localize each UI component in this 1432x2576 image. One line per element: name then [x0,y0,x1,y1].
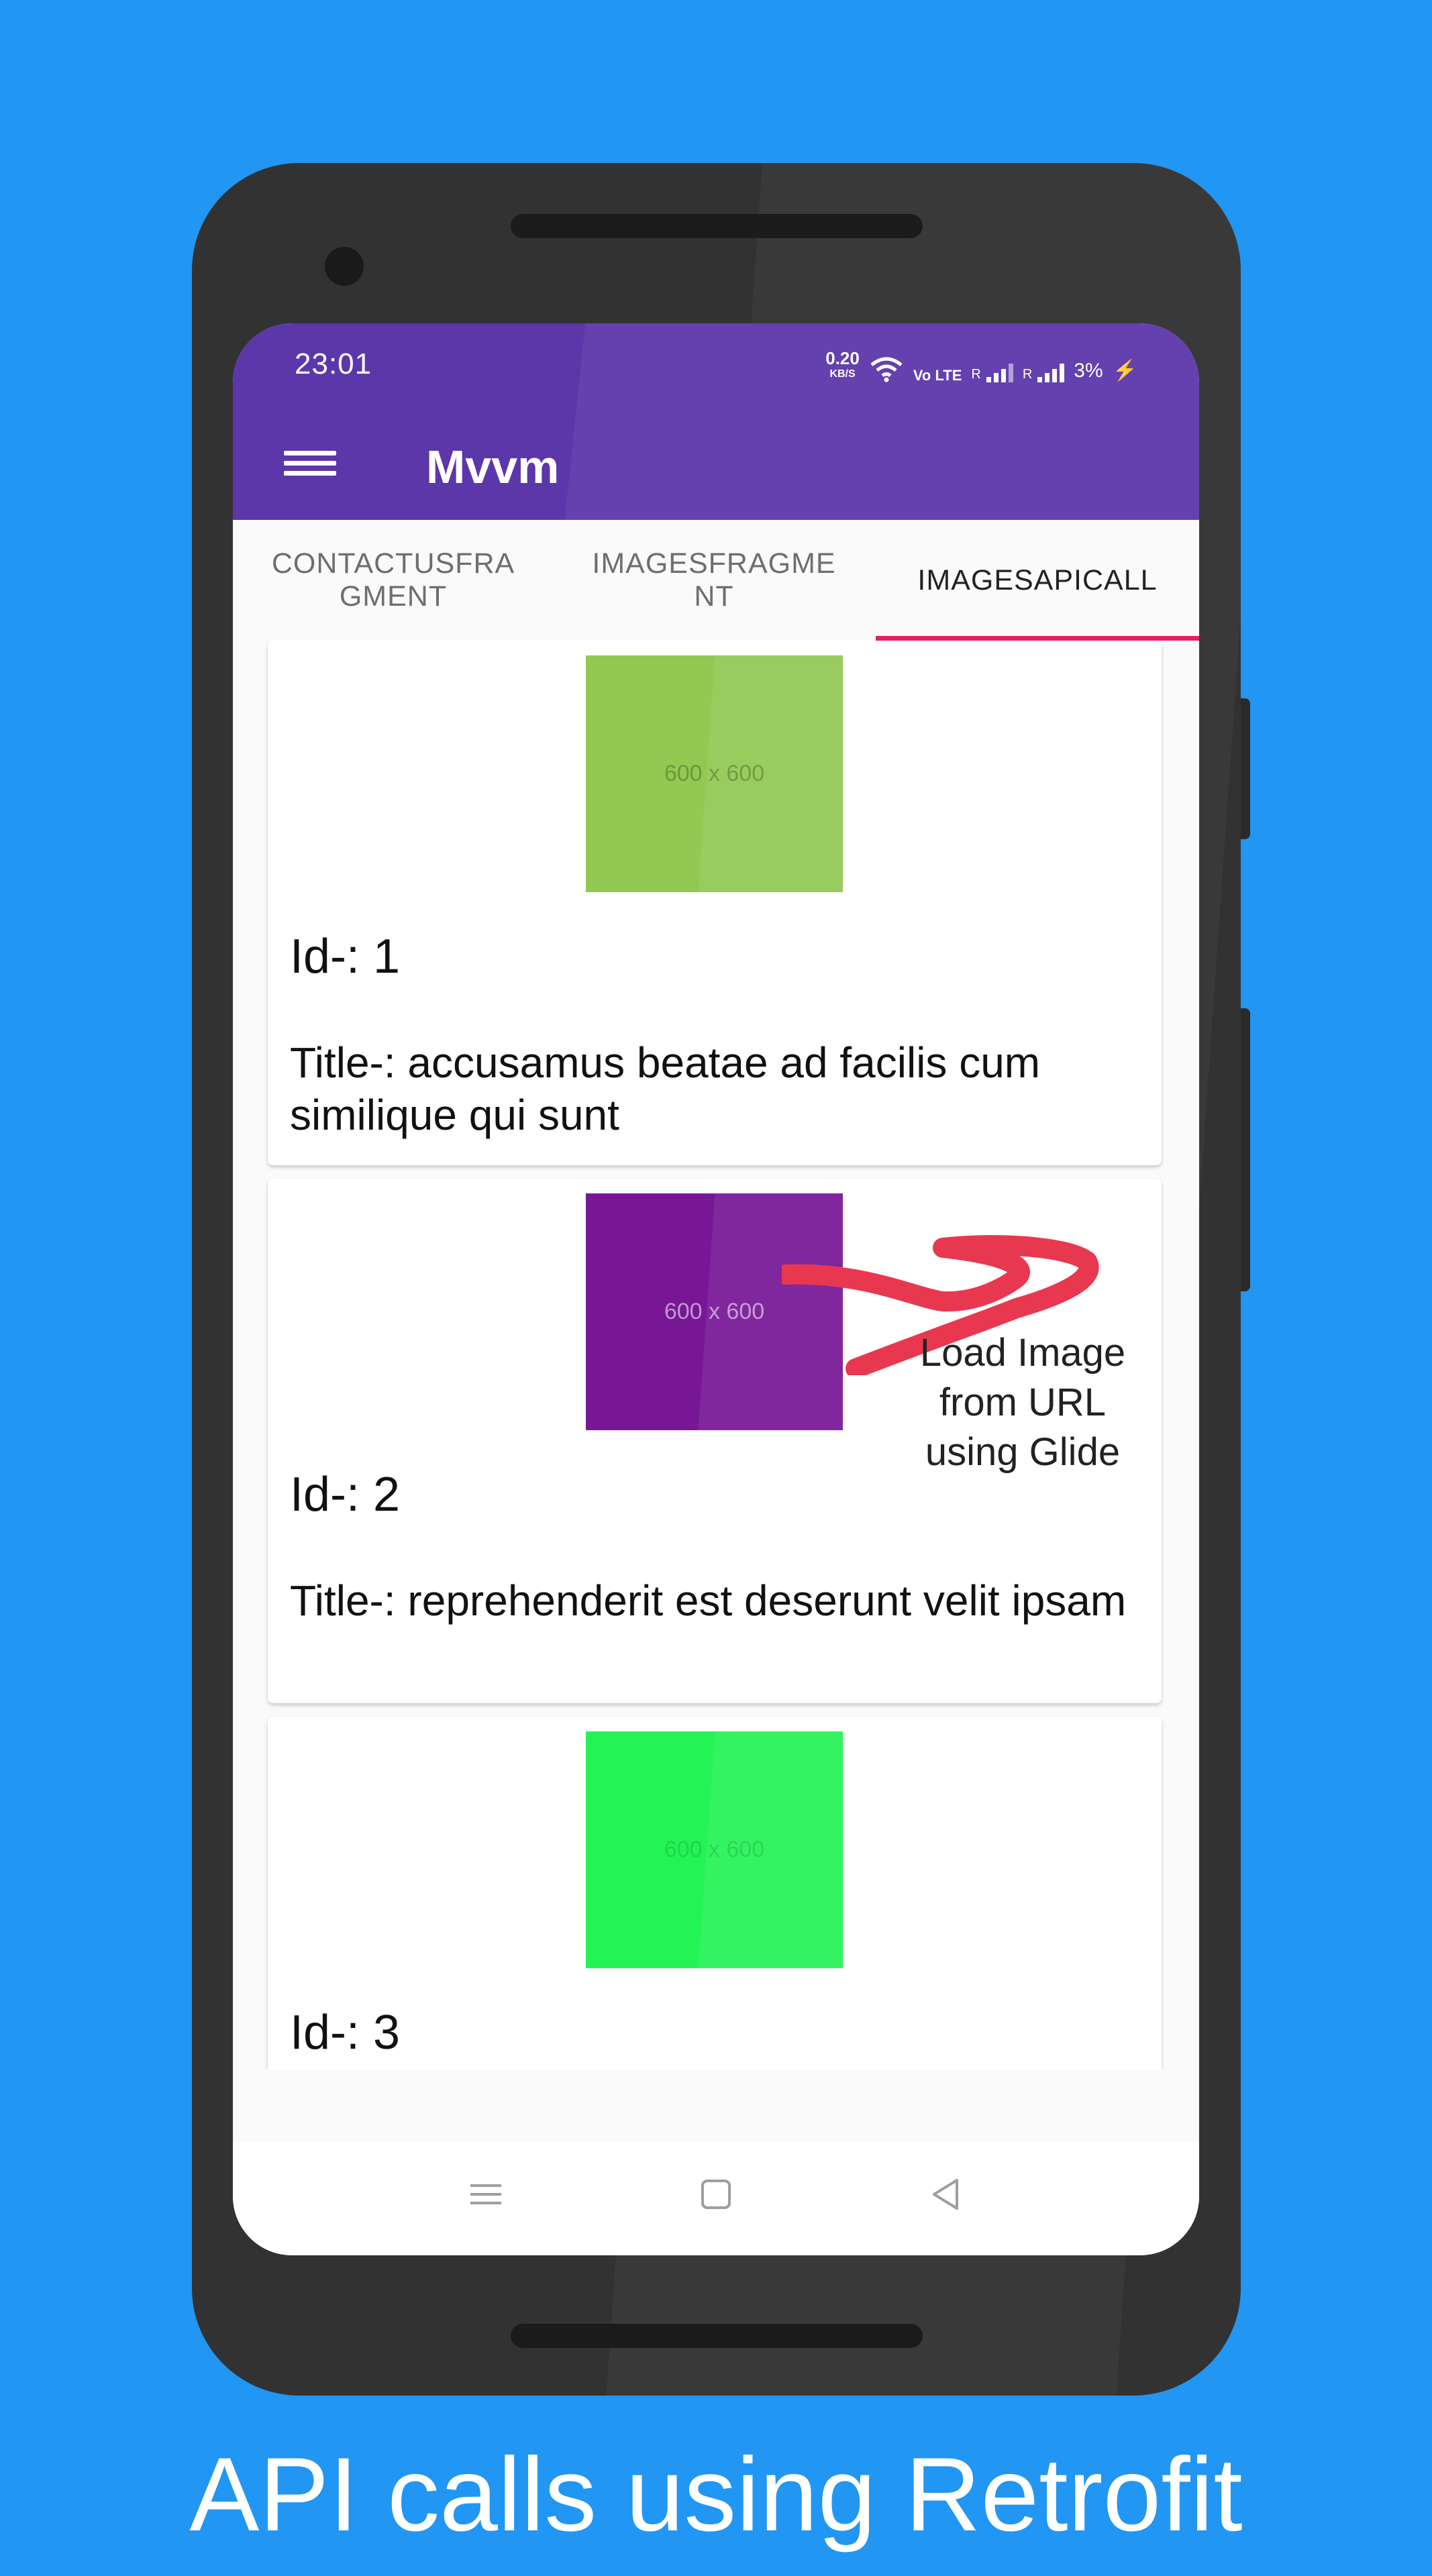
item-image: 600 x 600 [586,1731,843,1968]
list-item[interactable]: 600 x 600 Id-: 1 Title-: accusamus beata… [268,641,1162,1165]
item-image: 600 x 600 [586,655,843,892]
back-triangle-icon[interactable] [927,2176,964,2212]
volume-button [1241,1008,1250,1291]
tab-bar: CONTACTUSFRA GMENT IMAGESFRAGME NT IMAGE… [233,520,1199,641]
recents-menu-icon[interactable] [468,2176,504,2212]
image-placeholder-label: 600 x 600 [664,1837,765,1862]
tab-contactusfragment[interactable]: CONTACTUSFRA GMENT [233,520,554,641]
home-square-icon[interactable] [698,2176,734,2212]
tab-indicator [876,636,1199,641]
power-button [1241,698,1250,839]
app-title: Mvvm [426,441,560,493]
status-time: 23:01 [295,347,372,380]
tab-imagesfragment[interactable]: IMAGESFRAGME NT [554,520,874,641]
annotation-text: Load Image from URL using Glide [919,1331,1126,1474]
promo-caption: API calls using Retrofit [189,2436,1243,2553]
item-id: Id-: 1 [290,930,401,983]
app-bar-sheen [564,323,1199,520]
image-placeholder-label: 600 x 600 [664,761,765,786]
list-item[interactable]: 600 x 600 Id-: 3 [268,1717,1162,2070]
app-bar: Mvvm [233,323,1199,520]
item-title: Title-: reprehenderit est deserunt velit… [290,1576,1127,1625]
navigation-bar [233,2143,1199,2255]
top-speaker [511,214,923,238]
item-id: Id-: 2 [290,1468,401,1521]
bottom-speaker [511,2324,923,2348]
tab-imagesapicall[interactable]: IMAGESAPICALL [876,520,1199,641]
item-title: Title-: accusamus beatae ad facilis cum … [290,1038,1041,1139]
item-id: Id-: 3 [290,2006,401,2059]
front-camera [325,247,364,286]
hamburger-menu-icon[interactable] [284,445,336,484]
